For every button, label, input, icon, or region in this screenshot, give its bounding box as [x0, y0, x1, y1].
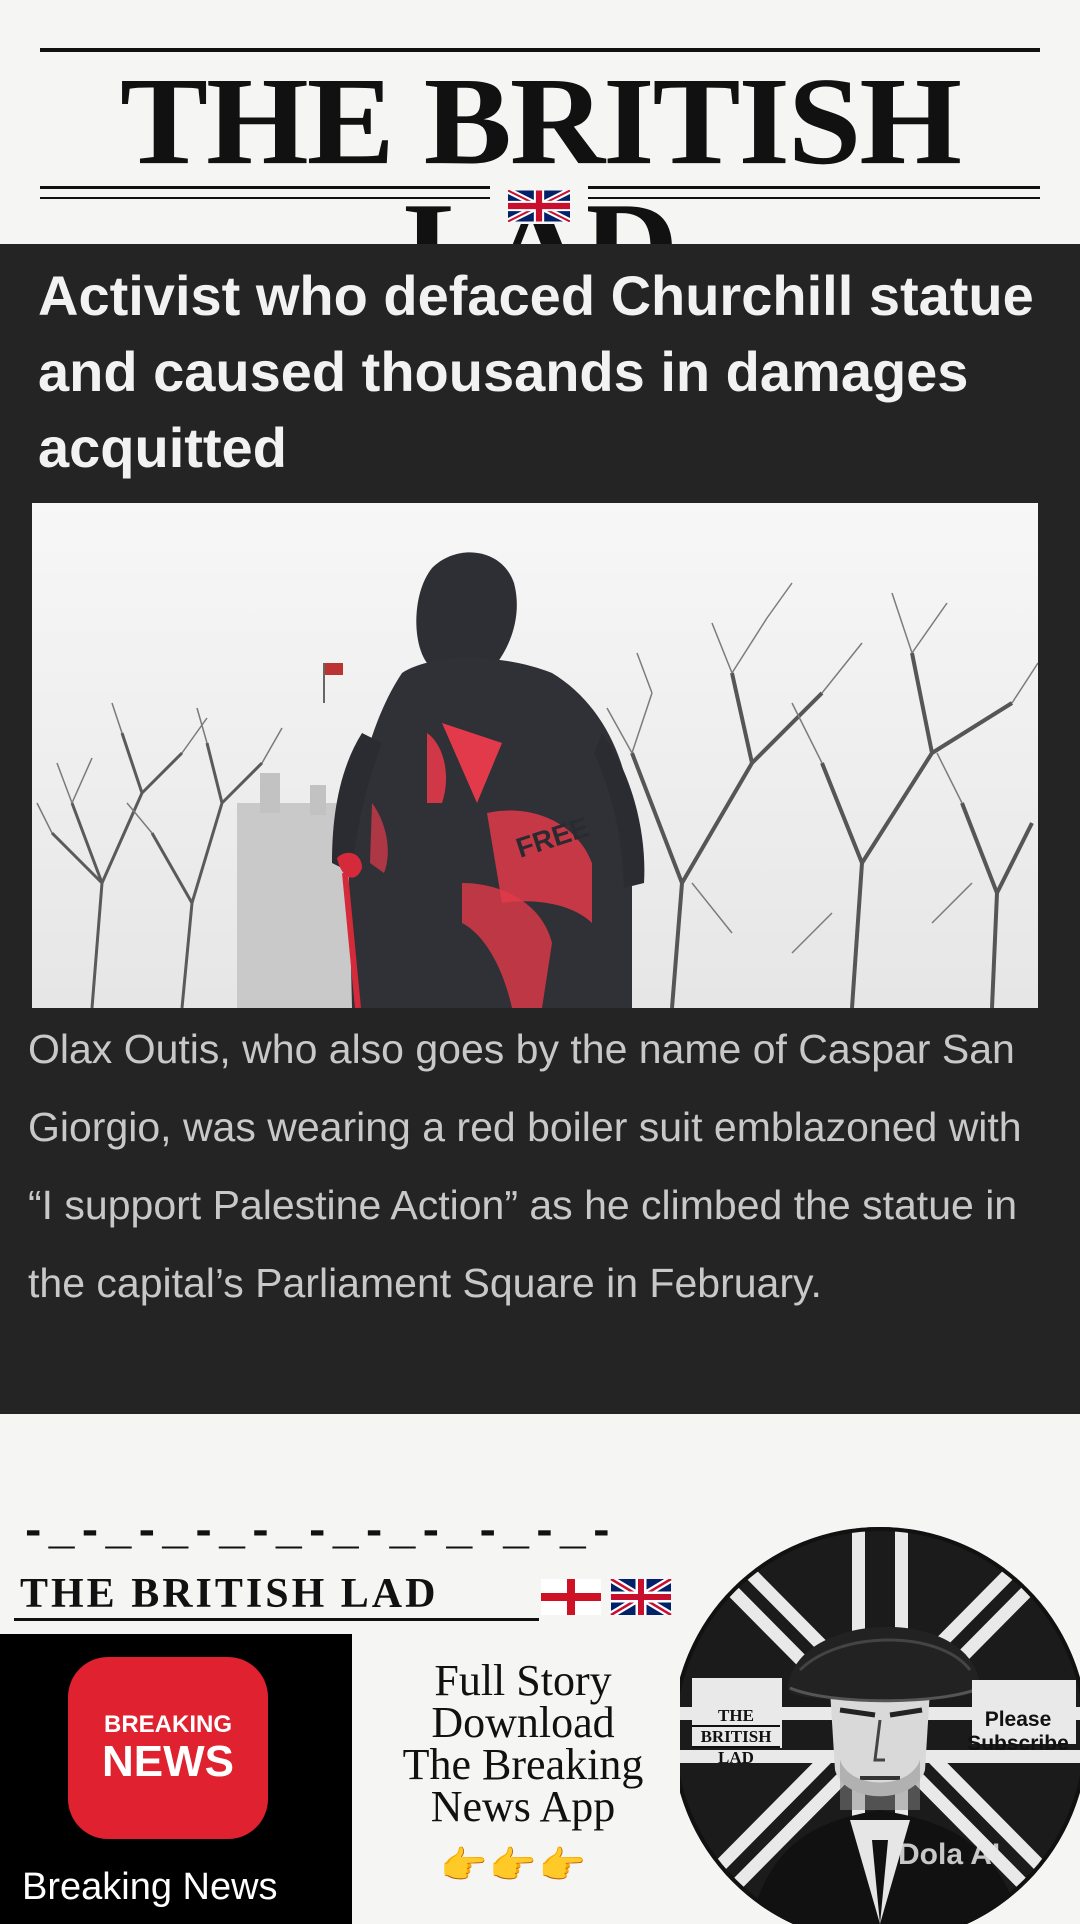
article-body: Olax Outis, who also goes by the name of… [28, 1026, 1022, 1306]
article-photo[interactable]: FREE [32, 503, 1038, 1008]
subscribe-line-2: Subscribe [967, 1732, 1069, 1755]
badge-brand-line-2: BRITISH [692, 1725, 780, 1748]
app-icon-line2: NEWS [102, 1737, 234, 1786]
please-subscribe-text[interactable]: Please Subscribe [964, 1708, 1072, 1756]
app-icon-line1: BREAKING [103, 1711, 232, 1738]
union-jack-icon-footer [609, 1579, 673, 1615]
breaking-news-label: Breaking News [22, 1866, 278, 1908]
footer-brand-title: THE BRITISH LAD [20, 1571, 439, 1617]
dash-divider: -_-_-_-_-_-_-_-_-_-_- [20, 1508, 617, 1558]
union-jack-icon [508, 190, 570, 222]
article-headline[interactable]: Activist who defaced Churchill statue an… [38, 258, 1038, 486]
pointing-hands-icon: 👉👉👉 [440, 1845, 588, 1887]
footer-brand-underline [14, 1618, 539, 1621]
cta-line-2: Download [431, 1698, 615, 1747]
badge-brand-line-1: THE [718, 1706, 754, 1725]
download-cta[interactable]: Full Story Download The Breaking News Ap… [358, 1656, 688, 1831]
badge-brand-text: THE BRITISH LAD [692, 1706, 780, 1767]
st-george-cross-icon [541, 1579, 601, 1615]
badge-brand-line-3: LAD [718, 1748, 754, 1767]
dola-ai-watermark: Dola AI [898, 1838, 1001, 1871]
cta-line-1: Full Story [434, 1656, 612, 1705]
breaking-news-app-icon[interactable]: BREAKING NEWS [68, 1657, 268, 1839]
cta-line-4: News App [430, 1782, 616, 1831]
cta-line-3: The Breaking [402, 1740, 644, 1789]
subscribe-line-1: Please [984, 1708, 1052, 1731]
